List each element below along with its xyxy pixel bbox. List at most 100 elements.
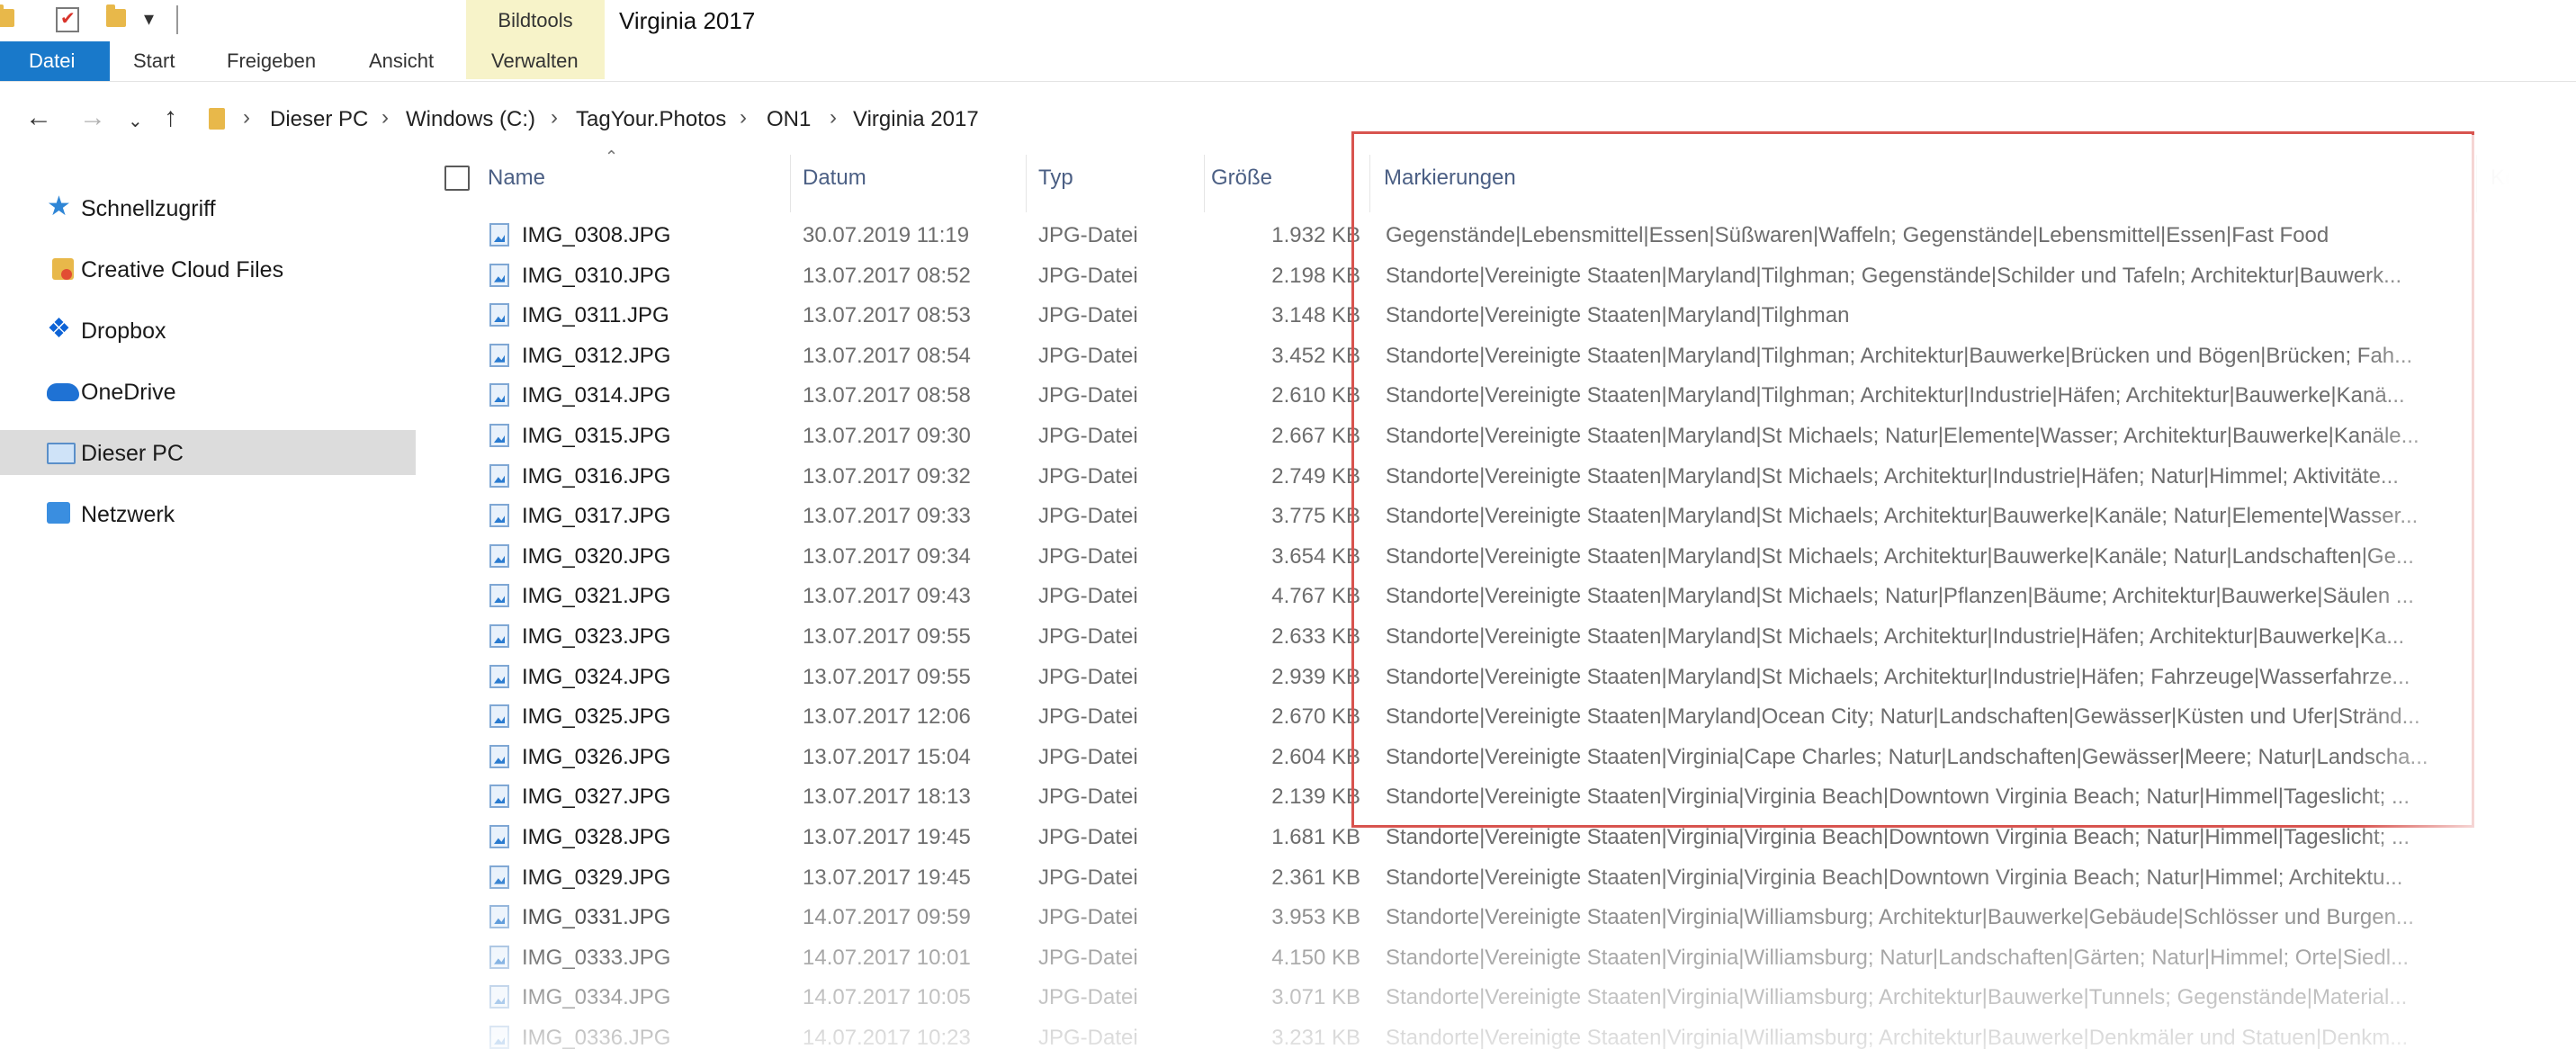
column-headers: ⌃ Name Datum Typ Größe Markierungen Kont… (416, 144, 2576, 216)
file-type: JPG-Datei (1038, 905, 1138, 930)
file-size: 3.071 KB (1271, 985, 1360, 1010)
column-divider[interactable] (1369, 155, 1370, 212)
table-row[interactable]: IMG_0331.JPG 14.07.2017 09:59 JPG-Datei 3.9… (416, 898, 2576, 938)
table-row[interactable]: IMG_0314.JPG 13.07.2017 08:58 JPG-Datei 2.6… (416, 376, 2576, 417)
sidebar-item-schnellzugriff[interactable]: ★ Schnellzugriff (0, 185, 416, 230)
sidebar-item-onedrive[interactable]: OneDrive (0, 369, 416, 414)
properties-check-icon[interactable] (56, 7, 79, 32)
file-date: 13.07.2017 09:43 (803, 584, 971, 609)
column-header-size[interactable]: Größe (1211, 166, 1272, 191)
file-size: 2.667 KB (1271, 424, 1360, 448)
column-divider[interactable] (790, 155, 791, 212)
jpg-file-icon (489, 624, 509, 648)
file-name: IMG_0325.JPG (522, 704, 671, 730)
window-title: Virginia 2017 (619, 7, 756, 34)
table-row[interactable]: IMG_0334.JPG 14.07.2017 10:05 JPG-Datei 3.0… (416, 978, 2576, 1018)
table-row[interactable]: IMG_0311.JPG 13.07.2017 08:53 JPG-Datei 3.1… (416, 296, 2576, 336)
file-type: JPG-Datei (1038, 343, 1138, 368)
table-row[interactable]: IMG_0325.JPG 13.07.2017 12:06 JPG-Datei 2.6… (416, 697, 2576, 738)
column-header-date[interactable]: Datum (803, 166, 866, 191)
jpg-file-icon (489, 744, 509, 768)
file-type: JPG-Datei (1038, 945, 1138, 970)
file-type: JPG-Datei (1038, 424, 1138, 448)
breadcrumb-virginia-2017[interactable]: Virginia 2017 (853, 107, 979, 132)
table-row[interactable]: IMG_0308.JPG 30.07.2019 11:19 JPG-Datei 1.9… (416, 216, 2576, 256)
tab-verwalten[interactable]: Verwalten (466, 41, 604, 81)
breadcrumb-separator-icon[interactable]: › (243, 105, 250, 130)
select-all-checkbox[interactable] (444, 166, 470, 191)
table-row[interactable]: IMG_0328.JPG 13.07.2017 19:45 JPG-Datei 1.6… (416, 818, 2576, 858)
file-tags: Standorte|Vereinigte Staaten|Virginia|Wi… (1386, 945, 2410, 970)
breadcrumb-on1[interactable]: ON1 (767, 107, 811, 132)
file-date: 14.07.2017 09:59 (803, 905, 971, 930)
recent-locations-chevron-icon[interactable]: ⌄ (128, 110, 143, 132)
column-divider[interactable] (1204, 155, 1205, 212)
file-tags: Standorte|Vereinigte Staaten|Virginia|Vi… (1386, 825, 2410, 849)
sidebar-item-dieser-pc[interactable]: Dieser PC (0, 430, 416, 475)
sidebar-item-label: Netzwerk (81, 502, 175, 527)
file-name: IMG_0311.JPG (522, 303, 669, 328)
breadcrumb-separator-icon[interactable]: › (740, 105, 747, 130)
tab-freigeben[interactable]: Freigeben (202, 41, 341, 81)
file-size: 2.139 KB (1271, 785, 1360, 810)
table-row[interactable]: IMG_0317.JPG 13.07.2017 09:33 JPG-Datei 3.7… (416, 497, 2576, 537)
tab-start[interactable]: Start (108, 41, 200, 81)
tab-datei[interactable]: Datei (0, 41, 110, 81)
file-name: IMG_0316.JPG (522, 463, 671, 489)
breadcrumb-windows-c[interactable]: Windows (C:) (406, 107, 535, 132)
column-divider[interactable] (2476, 155, 2477, 212)
column-header-extra[interactable]: Kontakt (2491, 166, 2563, 191)
breadcrumb-separator-icon[interactable]: › (551, 105, 558, 130)
jpg-file-icon (489, 343, 509, 367)
customize-toolbar-arrow-icon[interactable]: ▾ (144, 7, 154, 31)
file-rows: IMG_0308.JPG 30.07.2019 11:19 JPG-Datei 1.9… (416, 216, 2576, 1058)
table-row[interactable]: IMG_0320.JPG 13.07.2017 09:34 JPG-Datei 3.6… (416, 537, 2576, 578)
back-arrow-icon[interactable]: ← (25, 103, 52, 133)
file-type: JPG-Datei (1038, 704, 1138, 730)
file-tags: Standorte|Vereinigte Staaten|Maryland|St… (1386, 624, 2405, 649)
new-folder-icon[interactable] (106, 4, 126, 27)
table-row[interactable]: IMG_0321.JPG 13.07.2017 09:43 JPG-Datei 4.7… (416, 577, 2576, 617)
table-row[interactable]: IMG_0327.JPG 13.07.2017 18:13 JPG-Datei 2.1… (416, 777, 2576, 818)
jpg-file-icon (489, 664, 509, 688)
breadcrumb-dieser-pc[interactable]: Dieser PC (270, 107, 368, 132)
pc-icon (47, 443, 76, 464)
sidebar-item-dropbox[interactable]: ❖ Dropbox (0, 308, 416, 353)
jpg-file-icon (489, 223, 509, 247)
file-date: 13.07.2017 08:52 (803, 263, 971, 288)
file-date: 13.07.2017 09:32 (803, 463, 971, 489)
table-row[interactable]: IMG_0326.JPG 13.07.2017 15:04 JPG-Datei 2.6… (416, 738, 2576, 778)
table-row[interactable]: IMG_0310.JPG 13.07.2017 08:52 JPG-Datei 2.1… (416, 256, 2576, 297)
table-row[interactable]: IMG_0329.JPG 13.07.2017 19:45 JPG-Datei 2.3… (416, 858, 2576, 899)
folder-icon[interactable] (0, 4, 14, 27)
table-row[interactable]: IMG_0336.JPG 14.07.2017 10:23 JPG-Datei 3.2… (416, 1018, 2576, 1058)
table-row[interactable]: IMG_0333.JPG 14.07.2017 10:01 JPG-Datei 4.1… (416, 938, 2576, 979)
file-tags: Standorte|Vereinigte Staaten|Maryland|Ti… (1386, 383, 2405, 408)
column-header-name[interactable]: Name (488, 166, 545, 191)
file-type: JPG-Datei (1038, 263, 1138, 288)
file-name: IMG_0314.JPG (522, 383, 671, 408)
column-header-tags[interactable]: Markierungen (1384, 166, 1516, 191)
table-row[interactable]: IMG_0316.JPG 13.07.2017 09:32 JPG-Datei 2.7… (416, 457, 2576, 498)
column-divider[interactable] (1026, 155, 1027, 212)
up-arrow-icon[interactable]: ↑ (164, 103, 177, 133)
table-row[interactable]: IMG_0315.JPG 13.07.2017 09:30 JPG-Datei 2.6… (416, 417, 2576, 457)
table-row[interactable]: IMG_0312.JPG 13.07.2017 08:54 JPG-Datei 3.4… (416, 336, 2576, 377)
breadcrumb-separator-icon[interactable]: › (381, 105, 389, 130)
column-header-type[interactable]: Typ (1038, 166, 1073, 191)
address-folder-icon (209, 108, 225, 130)
file-name: IMG_0320.JPG (522, 543, 671, 569)
jpg-file-icon (489, 825, 509, 848)
tab-ansicht[interactable]: Ansicht (344, 41, 459, 81)
forward-arrow-icon[interactable]: → (79, 103, 106, 133)
sidebar-item-creative-cloud-files[interactable]: Creative Cloud Files (0, 247, 416, 291)
file-name: IMG_0324.JPG (522, 664, 671, 689)
breadcrumb-separator-icon[interactable]: › (830, 105, 837, 130)
sidebar-item-netzwerk[interactable]: Netzwerk (0, 491, 416, 536)
file-name: IMG_0308.JPG (522, 223, 671, 247)
file-size: 4.767 KB (1271, 584, 1360, 609)
table-row[interactable]: IMG_0324.JPG 13.07.2017 09:55 JPG-Datei 2.9… (416, 658, 2576, 698)
table-row[interactable]: IMG_0323.JPG 13.07.2017 09:55 JPG-Datei 2.6… (416, 617, 2576, 658)
file-name: IMG_0312.JPG (522, 343, 671, 368)
breadcrumb-tagyour-photos[interactable]: TagYour.Photos (576, 107, 726, 132)
